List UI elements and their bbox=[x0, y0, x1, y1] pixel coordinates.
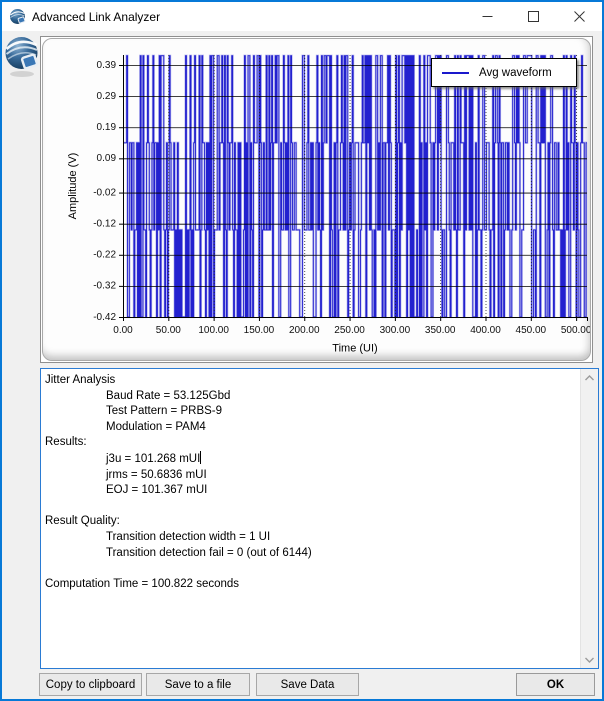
result-line: j3u = 101.268 mUI bbox=[45, 451, 579, 468]
result-line: jrms = 50.6836 mUI bbox=[45, 468, 579, 484]
ok-button[interactable]: OK bbox=[516, 673, 595, 696]
result-line bbox=[45, 499, 579, 515]
save-data-button[interactable]: Save Data bbox=[256, 673, 359, 696]
chart-container: Avg waveform bbox=[40, 36, 593, 363]
minimize-button[interactable] bbox=[464, 2, 510, 31]
result-line: Test Pattern = PRBS-9 bbox=[45, 404, 579, 420]
result-line: EOJ = 101.367 mUI bbox=[45, 483, 579, 499]
result-line: Baud Rate = 53.125Gbd bbox=[45, 389, 579, 405]
result-line: Results: bbox=[45, 435, 579, 451]
copy-to-clipboard-button[interactable]: Copy to clipboard bbox=[39, 673, 142, 696]
close-button[interactable] bbox=[556, 2, 602, 31]
scroll-down-icon[interactable] bbox=[581, 651, 598, 668]
result-line: Transition detection fail = 0 (out of 61… bbox=[45, 546, 579, 562]
waveform-plot bbox=[43, 40, 591, 358]
result-line: Computation Time = 100.822 seconds bbox=[45, 577, 579, 593]
titlebar: Advanced Link Analyzer bbox=[2, 2, 602, 31]
maximize-button[interactable] bbox=[510, 2, 556, 31]
app-window: Advanced Link Analyzer bbox=[0, 0, 604, 701]
window-title: Advanced Link Analyzer bbox=[32, 10, 160, 24]
chart-legend: Avg waveform bbox=[431, 58, 577, 87]
legend-label: Avg waveform bbox=[479, 67, 552, 79]
legend-line-swatch bbox=[442, 72, 469, 74]
app-logo-large-icon bbox=[4, 33, 39, 84]
window-body: Avg waveform Jitter AnalysisBaud Rate = … bbox=[2, 31, 602, 699]
vertical-scrollbar[interactable] bbox=[580, 369, 598, 668]
scroll-up-icon[interactable] bbox=[581, 369, 598, 386]
chart-panel: Avg waveform bbox=[42, 38, 591, 361]
text-caret bbox=[200, 451, 201, 464]
window-controls bbox=[464, 2, 602, 31]
app-logo-icon bbox=[9, 8, 26, 25]
save-to-file-button[interactable]: Save to a file bbox=[146, 673, 250, 696]
result-line: Transition detection width = 1 UI bbox=[45, 530, 579, 546]
result-line: Modulation = PAM4 bbox=[45, 420, 579, 436]
result-line: Result Quality: bbox=[45, 514, 579, 530]
result-line bbox=[45, 561, 579, 577]
result-line: Jitter Analysis bbox=[45, 373, 579, 389]
results-text[interactable]: Jitter AnalysisBaud Rate = 53.125GbdTest… bbox=[41, 369, 581, 668]
results-textbox[interactable]: Jitter AnalysisBaud Rate = 53.125GbdTest… bbox=[40, 368, 599, 669]
